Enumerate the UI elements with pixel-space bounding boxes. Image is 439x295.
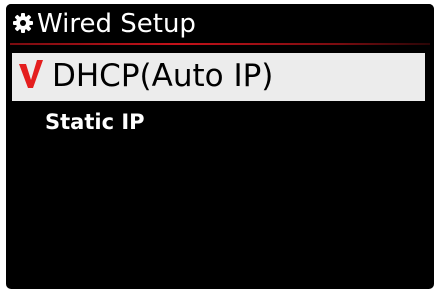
gear-icon [12,12,34,34]
menu-item-label: DHCP(Auto IP) [52,58,274,94]
checkmark-icon [18,59,44,96]
page-title: Wired Setup [37,9,196,39]
wired-setup-screen: Wired Setup DHCP(Auto IP) Static IP [6,4,434,289]
header-divider [10,43,430,45]
menu-item-static-ip[interactable]: Static IP [12,104,425,140]
menu-item-dhcp[interactable]: DHCP(Auto IP) [12,53,425,101]
menu-item-label: Static IP [45,110,145,134]
header: Wired Setup [6,4,434,46]
